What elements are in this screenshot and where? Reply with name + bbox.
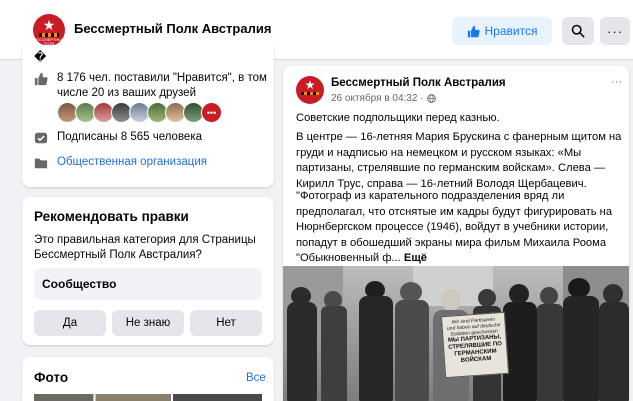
star-icon: ★: [42, 17, 56, 33]
suggest-edits-question: Это правильная категория для Страницы Бе…: [34, 234, 256, 261]
page-logo[interactable]: ★ БЕССМЕРТНЫЙ ПОЛК: [33, 14, 65, 46]
photos-see-all-link[interactable]: Все: [246, 372, 266, 384]
partisan-sign: Wir sind Partisanen und haben auf deutsc…: [440, 311, 510, 379]
more-options-button[interactable]: ···: [600, 17, 630, 45]
photos-thumbnails[interactable]: [34, 394, 262, 401]
post-text-paragraph: Советские подпольщики перед казнью.: [296, 112, 500, 124]
like-button[interactable]: Нравится: [452, 17, 552, 45]
globe-icon: [426, 94, 436, 103]
post-photo[interactable]: Wir sind Partisanen und haben auf deutsc…: [283, 266, 629, 401]
category-link[interactable]: Общественная организация: [57, 156, 207, 168]
post-text-body: "Фотограф из карательного подразделения …: [296, 190, 613, 264]
post-date-text: 26 октября в 04:32 ·: [331, 93, 424, 104]
post-author-avatar[interactable]: ★: [296, 76, 324, 104]
star-icon: ★: [304, 78, 316, 92]
search-icon: [571, 24, 585, 38]
unknown-glyph: �: [34, 50, 47, 64]
category-value-box: Сообщество: [34, 268, 262, 300]
answer-no-button[interactable]: Нет: [190, 310, 262, 336]
page-title[interactable]: Бессмертный Полк Австралия: [74, 21, 271, 36]
thumbs-up-icon: [467, 25, 480, 37]
suggest-edits-title: Рекомендовать правки: [34, 209, 189, 224]
answer-dont-know-button[interactable]: Не знаю: [112, 310, 184, 336]
search-button[interactable]: [562, 17, 594, 45]
subscribers-check-icon: [34, 132, 48, 144]
more-friends-badge[interactable]: •••: [201, 102, 222, 123]
post-timestamp[interactable]: 26 октября в 04:32 ·: [331, 93, 436, 104]
answer-yes-button[interactable]: Да: [34, 310, 106, 336]
post-text-paragraph: "Фотограф из карательного подразделения …: [296, 189, 624, 267]
post-options-button[interactable]: ···: [611, 76, 622, 88]
subscribers-count-text: Подписаны 8 565 человека: [57, 131, 202, 143]
like-button-label: Нравится: [484, 24, 538, 38]
photos-title: Фото: [34, 370, 69, 385]
see-more-link[interactable]: Ещё: [404, 252, 427, 264]
thumbs-up-icon: [34, 72, 48, 86]
folder-icon: [34, 158, 48, 169]
st-george-ribbon-icon: [301, 92, 319, 95]
post-author-name[interactable]: Бессмертный Полк Австралия: [331, 77, 506, 89]
likes-count-text: 8 176 чел. поставили "Нравится", в том ч…: [57, 72, 267, 99]
post-text-paragraph: В центре — 16-летняя Мария Брускина с фа…: [296, 131, 622, 190]
friends-avatars[interactable]: •••: [57, 102, 222, 124]
